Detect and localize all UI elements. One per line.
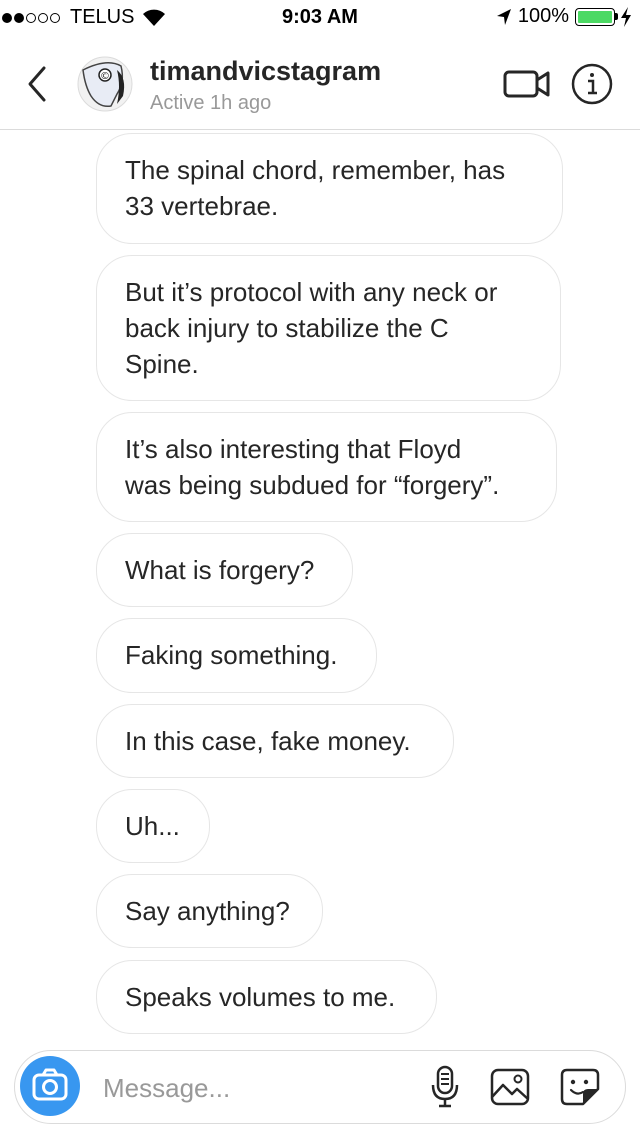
message-bubble[interactable]: In this case, fake money.: [96, 704, 454, 778]
back-chevron-icon[interactable]: [22, 64, 52, 104]
message-composer: [14, 1050, 626, 1124]
camera-icon: [32, 1068, 68, 1101]
message-bubble[interactable]: It’s also interesting that Floyd was bei…: [96, 412, 557, 522]
conversation-header: © timandvicstagram Active 1h ago: [0, 36, 640, 130]
conversation-username[interactable]: timandvicstagram: [150, 56, 381, 87]
message-bubble[interactable]: Speaks volumes to me.: [96, 960, 437, 1034]
message-bubble[interactable]: Say anything?: [96, 874, 323, 948]
profile-picture-icon: ©: [77, 56, 133, 112]
video-call-icon[interactable]: [503, 66, 551, 102]
message-bubble[interactable]: Uh...: [96, 789, 210, 863]
message-thread[interactable]: The spinal chord, remember, has 33 verte…: [0, 131, 640, 1046]
camera-button[interactable]: [20, 1056, 80, 1116]
message-input[interactable]: [101, 1065, 405, 1111]
active-status: Active 1h ago: [150, 92, 272, 114]
message-bubble[interactable]: The spinal chord, remember, has 33 verte…: [96, 133, 563, 244]
avatar[interactable]: ©: [77, 56, 133, 112]
info-icon[interactable]: [571, 63, 613, 105]
sticker-icon[interactable]: [559, 1067, 601, 1107]
battery-percent: 100%: [517, 5, 569, 27]
battery-icon: [575, 7, 618, 26]
message-bubble[interactable]: But it’s protocol with any neck or back …: [96, 255, 561, 401]
charging-bolt-icon: [621, 6, 631, 27]
location-arrow-icon: [496, 8, 511, 25]
svg-text:©: ©: [100, 71, 110, 82]
image-icon[interactable]: [489, 1067, 531, 1107]
status-right: 100%: [496, 5, 632, 28]
microphone-icon[interactable]: [429, 1065, 461, 1109]
message-bubble[interactable]: What is forgery?: [96, 533, 353, 607]
message-bubble[interactable]: Faking something.: [96, 618, 377, 693]
status-bar: TELUS 9:03 AM 100%: [0, 0, 640, 36]
